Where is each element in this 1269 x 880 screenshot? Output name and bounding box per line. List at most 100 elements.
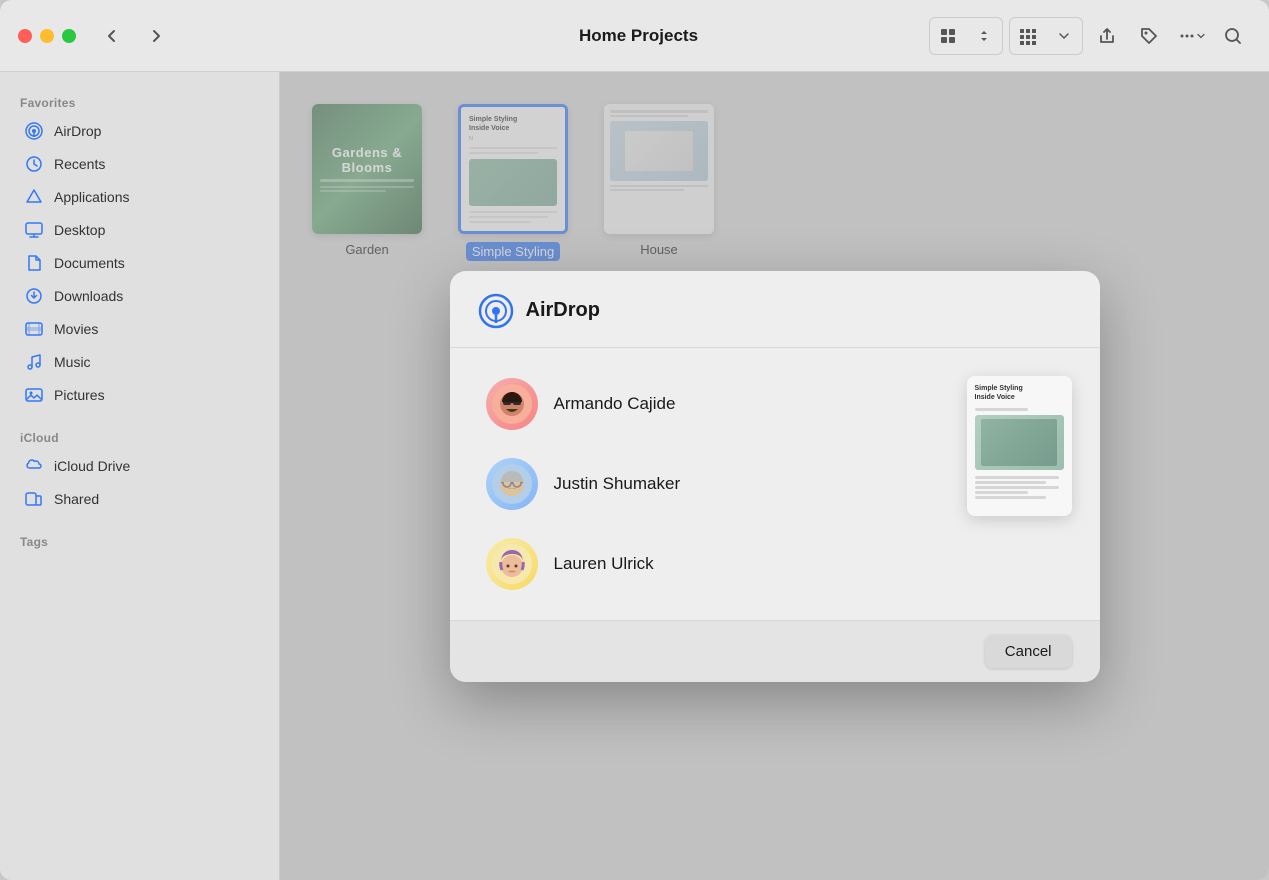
tag-button[interactable]	[1131, 18, 1167, 54]
finder-window: Home Projects	[0, 0, 1269, 880]
preview-line	[975, 486, 1060, 489]
movies-label: Movies	[54, 321, 98, 337]
modal-header: AirDrop	[450, 271, 1100, 348]
preview-line	[975, 481, 1046, 484]
sidebar: Favorites AirDrop	[0, 72, 280, 880]
tags-label: Tags	[0, 527, 279, 553]
downloads-icon	[24, 286, 44, 306]
view-toggle	[929, 17, 1003, 55]
applications-icon	[24, 187, 44, 207]
contact-item-justin[interactable]: Justin Shumaker	[478, 444, 947, 524]
recents-label: Recents	[54, 156, 105, 172]
icloud-label: iCloud	[0, 423, 279, 449]
grid-view-button[interactable]	[930, 18, 966, 54]
airdrop-modal: AirDrop	[450, 271, 1100, 682]
music-icon	[24, 352, 44, 372]
modal-body: Armando Cajide	[450, 348, 1100, 620]
back-button[interactable]	[96, 20, 128, 52]
search-icon	[1223, 26, 1243, 46]
contact-item-lauren[interactable]: Lauren Ulrick	[478, 524, 947, 604]
toolbar-right	[929, 17, 1251, 55]
avatar-armando	[486, 378, 538, 430]
titlebar: Home Projects	[0, 0, 1269, 72]
content-area: Gardens & Blooms Garden Simple StylingIn…	[280, 72, 1269, 880]
icloud-drive-icon	[24, 456, 44, 476]
maximize-button[interactable]	[62, 29, 76, 43]
forward-button[interactable]	[140, 20, 172, 52]
sidebar-item-shared[interactable]: Shared	[8, 483, 271, 515]
movies-icon	[24, 319, 44, 339]
modal-title: AirDrop	[526, 299, 600, 322]
sidebar-item-icloud-drive[interactable]: iCloud Drive	[8, 450, 271, 482]
pictures-label: Pictures	[54, 387, 105, 403]
window-title: Home Projects	[579, 26, 698, 46]
grid-icon	[939, 27, 957, 45]
pictures-icon	[24, 385, 44, 405]
document-preview: Simple Styling Inside Voice	[967, 376, 1072, 516]
group-icon	[1019, 27, 1037, 45]
documents-icon	[24, 253, 44, 273]
group-view-toggle	[1009, 17, 1083, 55]
desktop-icon	[24, 220, 44, 240]
sidebar-item-applications[interactable]: Applications	[8, 181, 271, 213]
chevron-updown-icon	[979, 30, 989, 42]
shared-label: Shared	[54, 491, 99, 507]
avatar-lauren	[486, 538, 538, 590]
main-layout: Favorites AirDrop	[0, 72, 1269, 880]
preview-line	[975, 496, 1046, 499]
sidebar-item-music[interactable]: Music	[8, 346, 271, 378]
contacts-list: Armando Cajide	[478, 364, 947, 604]
preview-text-before	[975, 408, 1064, 411]
documents-label: Documents	[54, 255, 125, 271]
tag-icon	[1139, 26, 1159, 46]
modal-backdrop: AirDrop	[280, 72, 1269, 880]
sidebar-item-desktop[interactable]: Desktop	[8, 214, 271, 246]
chevron-down-icon	[1059, 32, 1069, 40]
group-dropdown-button[interactable]	[1046, 18, 1082, 54]
desktop-label: Desktop	[54, 222, 105, 238]
avatar-justin-image	[492, 464, 532, 504]
modal-airdrop-icon	[478, 293, 514, 329]
close-button[interactable]	[18, 29, 32, 43]
downloads-label: Downloads	[54, 288, 123, 304]
contact-name-lauren: Lauren Ulrick	[554, 554, 654, 574]
minimize-button[interactable]	[40, 29, 54, 43]
sidebar-item-documents[interactable]: Documents	[8, 247, 271, 279]
group-view-button[interactable]	[1010, 18, 1046, 54]
sidebar-item-pictures[interactable]: Pictures	[8, 379, 271, 411]
airdrop-icon	[24, 121, 44, 141]
chevron-left-icon	[104, 28, 120, 44]
preview-line	[975, 491, 1028, 494]
sidebar-item-airdrop[interactable]: AirDrop	[8, 115, 271, 147]
preview-line	[975, 476, 1060, 479]
modal-footer: Cancel	[450, 620, 1100, 682]
avatar-armando-image	[492, 384, 532, 424]
avatar-lauren-image	[492, 544, 532, 584]
favorites-label: Favorites	[0, 88, 279, 114]
ellipsis-icon	[1177, 26, 1197, 46]
sidebar-item-recents[interactable]: Recents	[8, 148, 271, 180]
search-button[interactable]	[1215, 18, 1251, 54]
recents-icon	[24, 154, 44, 174]
dropdown-arrow-icon	[1197, 32, 1205, 40]
sidebar-item-downloads[interactable]: Downloads	[8, 280, 271, 312]
preview-text-after	[975, 476, 1064, 499]
more-options-button[interactable]	[1173, 18, 1209, 54]
shared-icon	[24, 489, 44, 509]
share-button[interactable]	[1089, 18, 1125, 54]
cancel-button[interactable]: Cancel	[985, 635, 1072, 668]
preview-line	[975, 408, 1028, 411]
airdrop-label: AirDrop	[54, 123, 101, 139]
sort-view-button[interactable]	[966, 18, 1002, 54]
share-icon	[1097, 26, 1117, 46]
contact-name-justin: Justin Shumaker	[554, 474, 681, 494]
icloud-drive-label: iCloud Drive	[54, 458, 130, 474]
contact-name-armando: Armando Cajide	[554, 394, 676, 414]
traffic-lights	[18, 29, 76, 43]
avatar-justin	[486, 458, 538, 510]
sidebar-item-movies[interactable]: Movies	[8, 313, 271, 345]
chevron-right-icon	[148, 28, 164, 44]
music-label: Music	[54, 354, 91, 370]
contact-item-armando[interactable]: Armando Cajide	[478, 364, 947, 444]
applications-label: Applications	[54, 189, 130, 205]
